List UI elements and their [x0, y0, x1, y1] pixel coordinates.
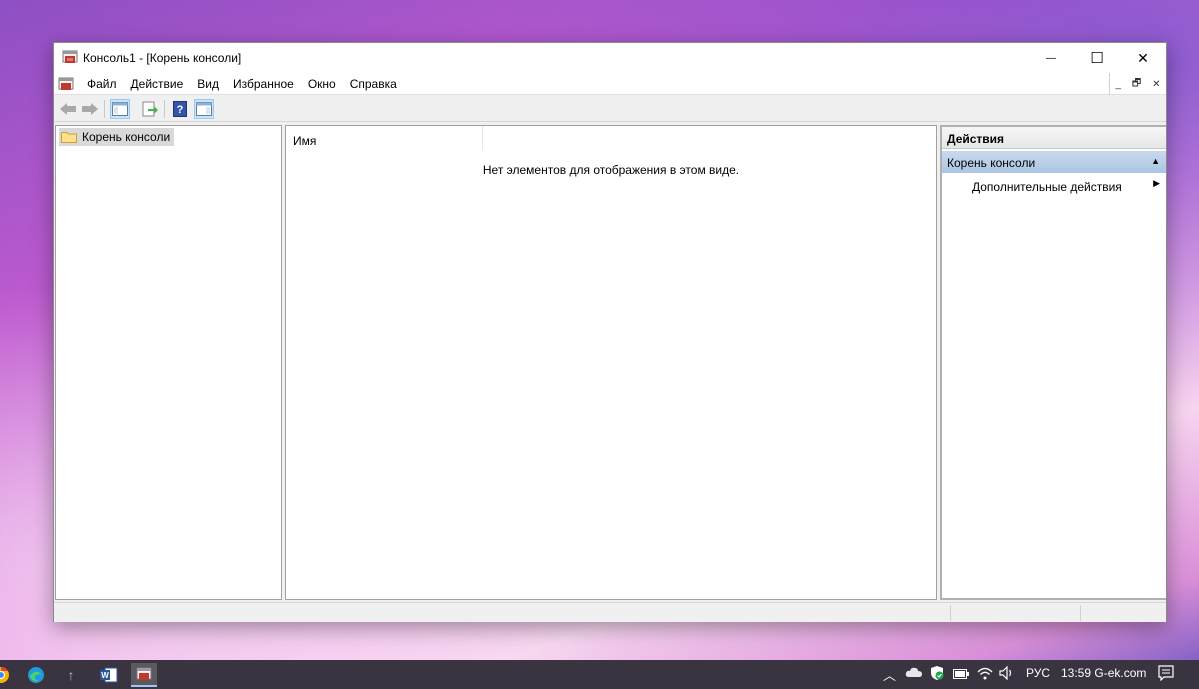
collapse-up-icon[interactable]: ▲ — [1151, 156, 1160, 166]
export-list-icon — [142, 101, 158, 117]
tree-item-label: Корень консоли — [82, 130, 171, 144]
mdi-minimize-button[interactable]: _ — [1115, 79, 1121, 90]
back-button[interactable] — [58, 99, 78, 119]
list-column-header: Имя — [286, 126, 936, 150]
toolbar-separator — [104, 100, 105, 118]
menu-view[interactable]: Вид — [190, 77, 226, 91]
help-icon: ? — [173, 101, 187, 117]
tray-language[interactable]: РУС — [1026, 666, 1050, 680]
mdi-controls: _ 🗗 ✕ — [1109, 73, 1166, 95]
menu-favorites[interactable]: Избранное — [226, 77, 301, 91]
notification-icon — [1158, 665, 1174, 682]
status-divider — [1080, 605, 1081, 621]
upload-icon: ↑ — [67, 667, 75, 683]
forward-button[interactable] — [80, 99, 100, 119]
svg-text:W: W — [101, 671, 109, 680]
submenu-arrow-icon[interactable]: ▶ — [1153, 178, 1160, 189]
tray-notifications[interactable] — [1158, 665, 1174, 684]
toolbar-separator — [164, 100, 165, 118]
menu-window[interactable]: Окно — [301, 77, 343, 91]
more-actions-item[interactable]: Дополнительные действия — [972, 180, 1122, 194]
maximize-icon: ☐ — [1090, 50, 1104, 67]
close-button[interactable]: ✕ — [1120, 43, 1166, 73]
toolbar: ? — [54, 96, 1166, 122]
show-hide-tree-button[interactable] — [110, 99, 130, 119]
tray-wifi[interactable] — [977, 666, 993, 683]
tray-defender[interactable] — [930, 665, 944, 684]
tray-chevron-up-icon[interactable]: ︿ — [883, 665, 896, 684]
chrome-icon — [0, 666, 9, 683]
taskbar-word[interactable]: W — [96, 663, 122, 687]
window-title: Консоль1 - [Корень консоли] — [83, 51, 242, 65]
actions-pane: Действия Корень консоли ▲ Дополнительные… — [940, 125, 1166, 600]
results-list-pane[interactable]: Имя Нет элементов для отображения в этом… — [285, 125, 937, 600]
taskbar-upload[interactable]: ↑ — [58, 663, 84, 687]
title-bar[interactable]: Консоль1 - [Корень консоли] — ☐ ✕ — [54, 43, 1166, 73]
console-tree-pane[interactable]: Корень консоли — [55, 125, 282, 600]
taskbar: ↑ W ︿ РУС 13:59 G-ek.com — [0, 660, 1199, 689]
menu-bar: Файл Действие Вид Избранное Окно Справка… — [54, 73, 1166, 95]
back-icon — [60, 103, 76, 115]
help-button[interactable]: ? — [170, 99, 190, 119]
show-action-pane-icon — [196, 102, 212, 116]
minimize-icon: — — [1046, 52, 1056, 64]
edge-icon — [28, 667, 44, 683]
menu-file[interactable]: Файл — [80, 77, 124, 91]
battery-icon — [953, 669, 969, 679]
shield-icon — [931, 666, 944, 680]
export-list-button[interactable] — [140, 99, 160, 119]
volume-icon — [999, 665, 1012, 681]
taskbar-mmc[interactable] — [131, 663, 157, 687]
svg-text:?: ? — [177, 104, 184, 116]
wifi-icon — [977, 667, 993, 680]
status-divider — [950, 605, 951, 621]
cloud-icon — [905, 667, 922, 677]
mdi-restore-button[interactable]: 🗗 — [1132, 76, 1141, 93]
forward-icon — [82, 103, 98, 115]
empty-list-message: Нет элементов для отображения в этом вид… — [482, 163, 740, 177]
tray-battery[interactable] — [953, 668, 969, 682]
status-bar — [54, 602, 1166, 622]
mmc-window: Консоль1 - [Корень консоли] — ☐ ✕ Файл Д… — [53, 42, 1167, 622]
column-name-header[interactable]: Имя — [286, 126, 483, 150]
show-hide-tree-icon — [112, 102, 128, 116]
taskbar-edge[interactable] — [23, 663, 49, 687]
folder-icon — [61, 132, 77, 143]
actions-title: Действия — [942, 127, 1166, 149]
maximize-button[interactable]: ☐ — [1074, 43, 1120, 73]
word-icon: W — [100, 667, 118, 683]
mmc-app-icon — [62, 50, 78, 63]
actions-section-console-root[interactable]: Корень консоли ▲ — [942, 151, 1166, 173]
show-action-pane-button[interactable] — [194, 99, 214, 119]
menu-items: Файл Действие Вид Избранное Окно Справка — [80, 77, 404, 91]
close-icon: ✕ — [1137, 49, 1149, 66]
tray-volume[interactable] — [999, 665, 1015, 683]
actions-section-label: Корень консоли — [947, 156, 1036, 170]
menu-action[interactable]: Действие — [124, 77, 191, 91]
mmc-menu-icon[interactable] — [58, 76, 74, 92]
menu-help[interactable]: Справка — [343, 77, 404, 91]
tray-clock[interactable]: 13:59 G-ek.com — [1061, 666, 1146, 680]
mmc-icon — [136, 667, 152, 680]
tree-item-console-root[interactable]: Корень консоли — [59, 128, 175, 146]
mdi-close-button[interactable]: ✕ — [1152, 79, 1160, 90]
tray-onedrive[interactable] — [905, 666, 923, 681]
minimize-button[interactable]: — — [1028, 43, 1074, 73]
taskbar-chrome[interactable] — [0, 663, 14, 687]
